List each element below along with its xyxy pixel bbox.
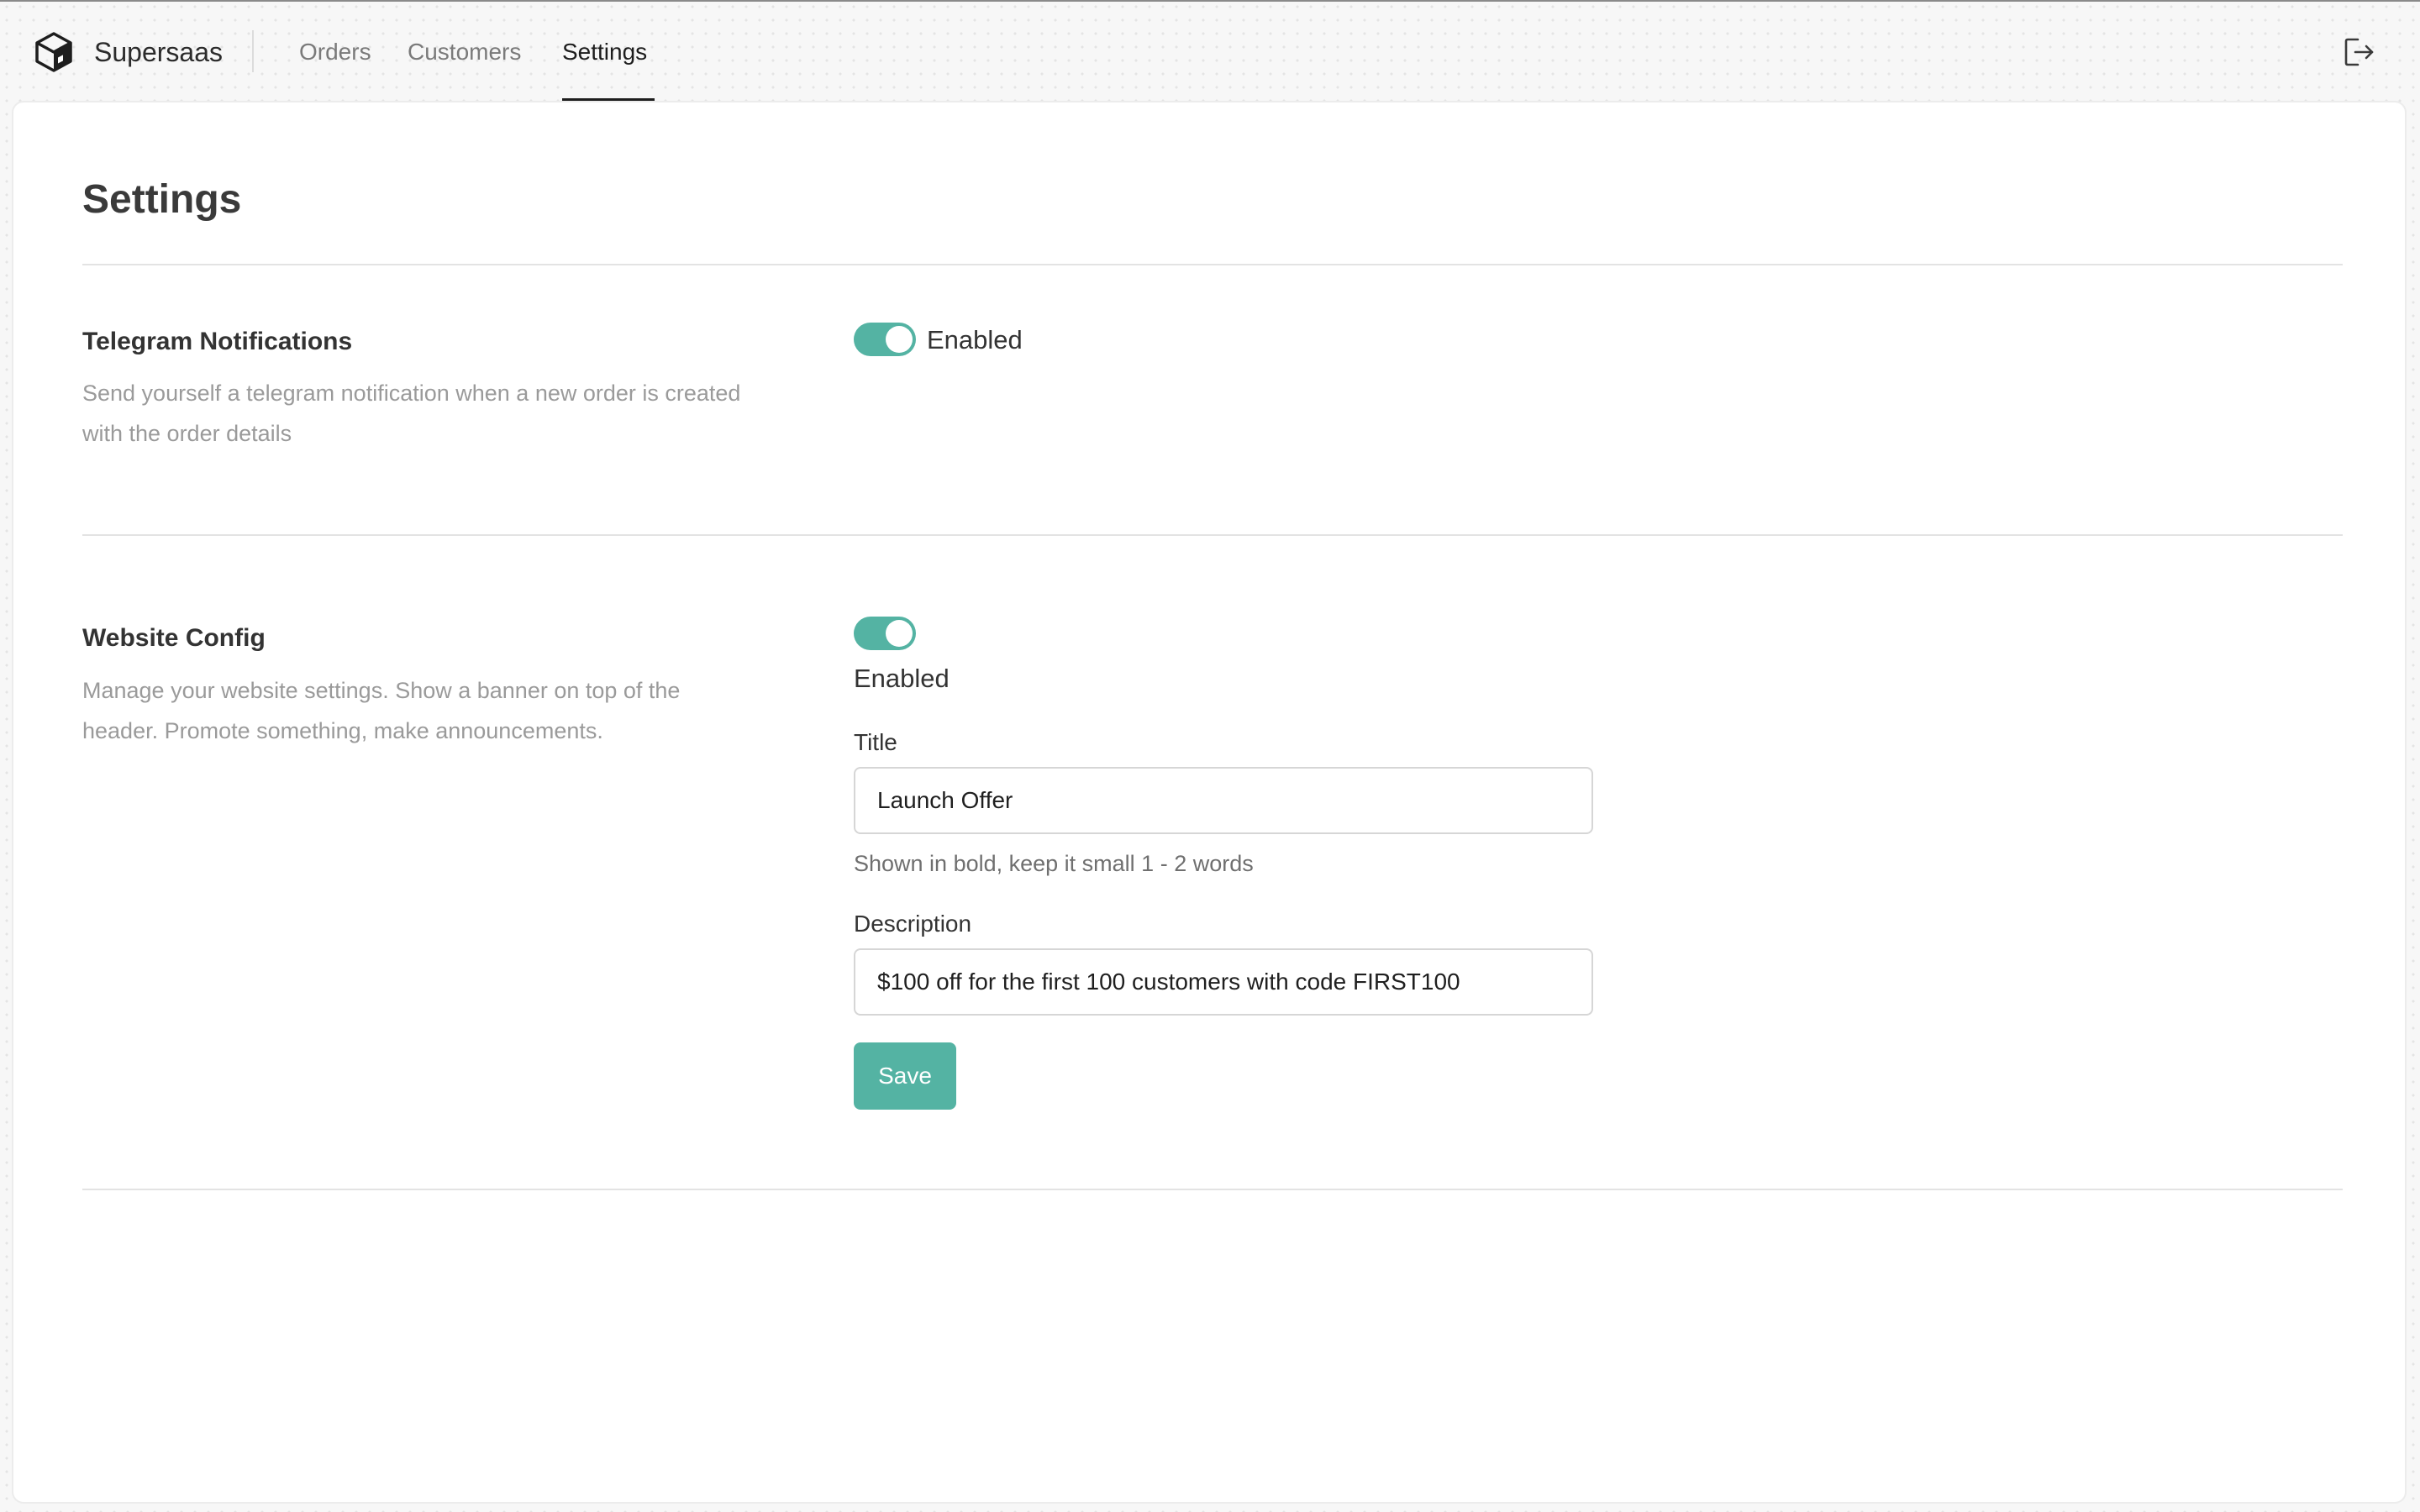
divider (82, 534, 2343, 536)
save-button[interactable]: Save (854, 1042, 956, 1110)
section-description-telegram: Send yourself a telegram notification wh… (82, 381, 741, 446)
telegram-toggle[interactable] (854, 323, 916, 356)
page-title: Settings (82, 177, 242, 222)
telegram-toggle-label: Enabled (927, 325, 1023, 354)
settings-panel: Settings Telegram Notifications Send you… (12, 101, 2407, 1504)
nav-tab-customers[interactable]: Customers (408, 34, 521, 71)
logout-icon[interactable] (2344, 37, 2375, 67)
section-title-website: Website Config (82, 624, 266, 652)
toggle-knob (886, 326, 913, 353)
brand-name[interactable]: Supersaas (94, 34, 223, 71)
section-description-website: Manage your website settings. Show a ban… (82, 678, 681, 743)
website-banner-toggle[interactable] (854, 617, 916, 650)
brand-divider (252, 30, 254, 72)
top-navigation: Supersaas Orders Customers Settings (0, 2, 2420, 102)
description-input[interactable] (854, 948, 1593, 1016)
divider (82, 1189, 2343, 1190)
title-field-hint: Shown in bold, keep it small 1 - 2 words (854, 851, 1254, 876)
nav-tab-settings[interactable]: Settings (562, 34, 647, 71)
toggle-knob (886, 620, 913, 647)
description-field-label: Description (854, 911, 972, 937)
website-toggle-label: Enabled (854, 664, 950, 693)
divider (82, 264, 2343, 265)
title-field-label: Title (854, 729, 897, 755)
cube-icon[interactable] (32, 30, 76, 74)
title-input[interactable] (854, 767, 1593, 834)
section-title-telegram: Telegram Notifications (82, 328, 353, 355)
nav-tab-orders[interactable]: Orders (299, 34, 371, 71)
